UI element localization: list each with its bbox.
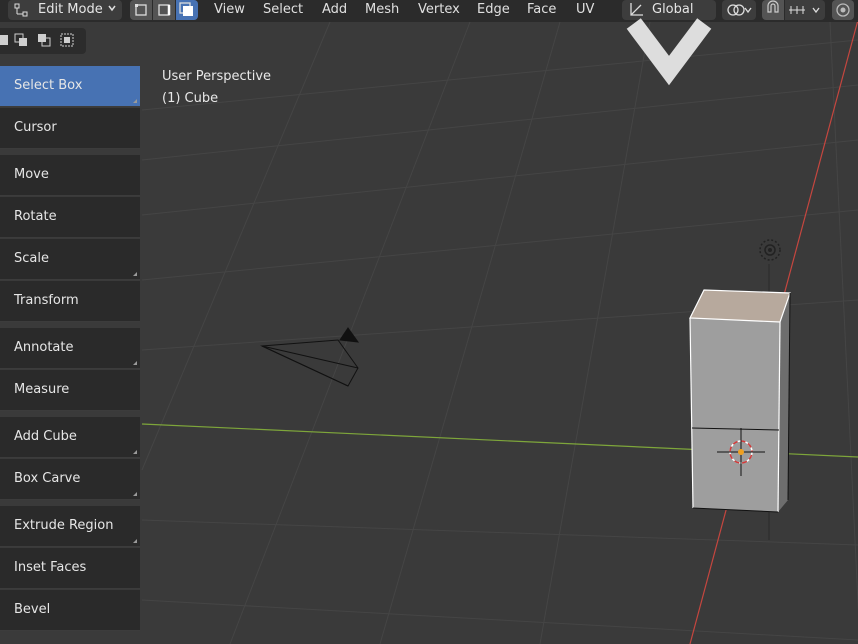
tool-rotate[interactable]: Rotate (0, 197, 140, 238)
tool-label: Box Carve (14, 471, 81, 486)
select-extend-icon[interactable] (14, 33, 28, 47)
tool-label: Annotate (14, 340, 74, 355)
edge-select-icon (158, 4, 171, 16)
tool-measure[interactable]: Measure (0, 370, 140, 411)
submenu-corner-icon (133, 539, 137, 543)
submenu-corner-icon (133, 99, 137, 103)
tool-annotate[interactable]: Annotate (0, 328, 140, 369)
menu-edge[interactable]: Edge (477, 2, 510, 17)
menu-uv[interactable]: UV (576, 2, 594, 17)
tool-label: Scale (14, 251, 49, 266)
tool-label: Extrude Region (14, 518, 114, 533)
camera-object[interactable] (260, 327, 360, 387)
tool-scale[interactable]: Scale (0, 239, 140, 280)
tool-move[interactable]: Move (0, 155, 140, 196)
menu-select[interactable]: Select (263, 2, 303, 17)
transform-orientation-dropdown[interactable]: Global (622, 0, 716, 86)
tool-inset-faces[interactable]: Inset Faces (0, 548, 140, 589)
tool-label: Transform (14, 293, 79, 308)
tool-extrude-region[interactable]: Extrude Region (0, 506, 140, 547)
snap-toggle[interactable] (762, 0, 784, 20)
select-mode-row (0, 28, 86, 54)
tool-cursor[interactable]: Cursor (0, 108, 140, 149)
tool-label: Bevel (14, 602, 51, 617)
magnet-icon (767, 0, 779, 13)
pivot-point-dropdown[interactable] (722, 0, 756, 20)
submenu-corner-icon (133, 272, 137, 276)
mode-dropdown[interactable]: Edit Mode (8, 0, 122, 20)
snap-target-dropdown[interactable] (785, 0, 825, 20)
chevron-down-icon (108, 5, 116, 12)
select-intersect-icon[interactable] (60, 33, 74, 47)
vertex-select-button[interactable] (130, 0, 152, 20)
orientation-axes-icon (630, 3, 643, 16)
tool-label: Measure (14, 382, 70, 397)
mode-label: Edit Mode (38, 2, 103, 17)
light-object[interactable] (759, 239, 781, 261)
tool-label: Move (14, 167, 49, 182)
cube-mesh[interactable] (689, 289, 791, 513)
menu-view[interactable]: View (214, 2, 245, 17)
menu-vertex[interactable]: Vertex (418, 2, 460, 17)
header-bar: Edit Mode View Select Add Mesh Vertex Ed… (0, 0, 858, 86)
snap-increment-icon (789, 6, 820, 14)
select-new-icon[interactable] (0, 33, 10, 47)
tool-panel: Select Box Cursor Move Rotate Scale Tran… (0, 66, 142, 644)
orientation-label: Global (652, 2, 694, 17)
submenu-corner-icon (133, 492, 137, 496)
view-name-label: User Perspective (162, 69, 272, 84)
menu-add[interactable]: Add (322, 2, 347, 17)
pivot-point-icon (727, 4, 752, 16)
tool-label: Add Cube (14, 429, 77, 444)
menu-mesh[interactable]: Mesh (365, 2, 399, 17)
submenu-corner-icon (133, 361, 137, 365)
select-subtract-icon[interactable] (37, 33, 51, 47)
tool-add-cube[interactable]: Add Cube (0, 417, 140, 458)
face-select-button[interactable] (176, 0, 198, 20)
tool-transform[interactable]: Transform (0, 281, 140, 322)
tool-label: Cursor (14, 120, 57, 135)
vertex-select-icon (135, 4, 147, 16)
tool-box-carve[interactable]: Box Carve (0, 459, 140, 500)
face-select-icon (179, 2, 193, 16)
tool-label: Rotate (14, 209, 57, 224)
active-object-label: (1) Cube (162, 91, 219, 106)
edge-select-button[interactable] (153, 0, 175, 20)
tool-bevel[interactable]: Bevel (0, 590, 140, 631)
tool-select-box[interactable]: Select Box (0, 66, 140, 107)
tool-label: Inset Faces (14, 560, 87, 575)
submenu-corner-icon (133, 450, 137, 454)
menu-face[interactable]: Face (527, 2, 556, 17)
edit-mode-icon (14, 3, 28, 17)
proportional-editing-toggle[interactable] (832, 0, 854, 20)
proportional-editing-icon (836, 3, 850, 17)
tool-label: Select Box (14, 78, 83, 93)
